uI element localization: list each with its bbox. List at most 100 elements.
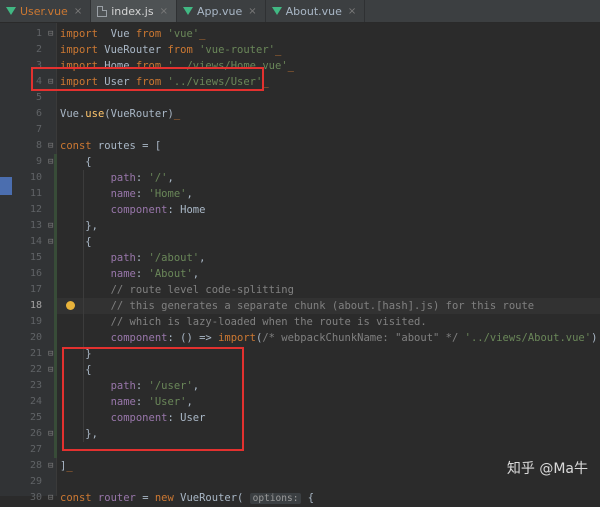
code-text: path: '/', <box>60 170 174 186</box>
fold-marker-icon[interactable]: ⊟ <box>48 346 53 362</box>
line-number: 24 <box>29 396 42 407</box>
line-number: 10 <box>29 172 42 183</box>
code-line[interactable]: // route level code-splitting <box>57 282 600 298</box>
code-token: const <box>60 492 92 504</box>
code-line[interactable]: const router = new VueRouter( options: { <box>57 490 600 506</box>
line-number: 20 <box>29 332 42 343</box>
code-token: routes = [ <box>91 140 162 152</box>
code-token: import <box>60 44 98 56</box>
fold-marker-icon[interactable]: ⊟ <box>48 362 53 378</box>
line-number: 9 <box>35 156 42 167</box>
code-line[interactable]: name: 'About', <box>57 266 600 282</box>
close-icon[interactable]: × <box>74 6 82 17</box>
code-token: 'About' <box>148 268 193 280</box>
code-token: use <box>85 108 105 120</box>
lightbulb-icon[interactable] <box>66 301 75 310</box>
code-token: '/' <box>148 172 168 184</box>
code-line[interactable]: name: 'Home', <box>57 186 600 202</box>
watermark: 知乎 @Ma牛 <box>506 461 588 477</box>
line-number: 25 <box>29 412 42 423</box>
code-line[interactable]: { <box>57 154 600 170</box>
code-line[interactable]: import Vue from 'vue'_ <box>57 26 600 42</box>
code-line[interactable]: { <box>57 234 600 250</box>
code-token: , <box>167 172 174 184</box>
code-line[interactable]: const routes = [ <box>57 138 600 154</box>
code-token: // this generates a separate chunk (abou… <box>110 300 535 312</box>
code-text: name: 'About', <box>60 266 200 282</box>
fold-marker-icon[interactable]: ⊟ <box>48 458 53 474</box>
line-number: 17 <box>29 284 42 295</box>
tab-app-vue[interactable]: App.vue × <box>177 0 266 22</box>
tab-index-js[interactable]: index.js × <box>91 0 177 22</box>
close-icon[interactable]: × <box>248 6 256 17</box>
code-token: : <box>135 172 149 184</box>
line-number: 8 <box>35 140 42 151</box>
fold-marker-icon[interactable]: ⊟ <box>48 426 53 442</box>
structure-marker <box>0 177 12 195</box>
code-token: }, <box>60 220 98 232</box>
code-token: // which is lazy-loaded when the route i… <box>110 316 427 328</box>
code-token: { <box>60 156 92 168</box>
fold-marker-icon[interactable]: ⊟ <box>48 218 53 234</box>
line-number: 26 <box>29 428 42 439</box>
code-token: /* webpackChunkName: "about" */ <box>262 332 459 344</box>
code-line[interactable]: path: '/', <box>57 170 600 186</box>
code-token: from <box>135 28 162 40</box>
code-text: import Vue from 'vue'_ <box>60 26 205 42</box>
code-line[interactable]: path: '/about', <box>57 250 600 266</box>
code-token: '/about' <box>148 252 200 264</box>
code-text: }, <box>60 218 98 234</box>
left-tool-stripe <box>0 23 12 496</box>
code-token: ) <box>591 332 598 344</box>
code-token: import <box>218 332 256 344</box>
close-icon[interactable]: × <box>348 6 356 17</box>
code-text: component: Home <box>60 202 206 218</box>
tab-user-vue[interactable]: User.vue × <box>0 0 92 22</box>
fold-marker-icon[interactable]: ⊟ <box>48 138 53 154</box>
code-text: const router = new VueRouter( options: { <box>60 490 314 507</box>
code-token: : () => <box>167 332 219 344</box>
close-icon[interactable]: × <box>160 6 168 17</box>
code-text: Vue.use(VueRouter)_ <box>60 106 180 122</box>
fold-marker-icon[interactable]: ⊟ <box>48 490 53 506</box>
code-token: component <box>110 204 168 216</box>
fold-marker-icon[interactable]: ⊟ <box>48 154 53 170</box>
code-line[interactable] <box>57 90 600 106</box>
code-text: name: 'Home', <box>60 186 193 202</box>
code-line[interactable] <box>57 122 600 138</box>
code-token: VueRouter( <box>173 492 250 504</box>
code-token: 'vue' <box>161 28 200 40</box>
code-token: _ <box>173 108 181 120</box>
code-token: (VueRouter) <box>104 108 174 120</box>
code-line[interactable]: Vue.use(VueRouter)_ <box>57 106 600 122</box>
fold-marker-icon[interactable]: ⊟ <box>48 234 53 250</box>
fold-marker-icon[interactable]: ⊟ <box>48 26 53 42</box>
code-token: _ <box>199 28 206 40</box>
line-number: 23 <box>29 380 42 391</box>
code-line[interactable]: // which is lazy-loaded when the route i… <box>57 314 600 330</box>
code-token: : <box>135 268 149 280</box>
code-line[interactable]: component: Home <box>57 202 600 218</box>
line-number: 6 <box>35 108 42 119</box>
line-number: 1 <box>35 28 42 39</box>
code-token: Vue. <box>60 108 86 120</box>
code-token: name <box>110 268 136 280</box>
tab-about-vue[interactable]: About.vue × <box>266 0 366 22</box>
vue-icon <box>6 7 16 15</box>
js-file-icon <box>97 5 108 17</box>
code-line[interactable]: import VueRouter from 'vue-router'_ <box>57 42 600 58</box>
line-number: 15 <box>29 252 42 263</box>
code-token: _ <box>287 60 294 72</box>
code-line[interactable]: // this generates a separate chunk (abou… <box>57 298 600 314</box>
code-token: _ <box>274 44 282 56</box>
code-line[interactable]: component: () => import(/* webpackChunkN… <box>57 330 600 346</box>
highlight-box-import-user <box>31 67 264 91</box>
code-token: from <box>167 44 193 56</box>
code-line[interactable]: }, <box>57 218 600 234</box>
code-text: // route level code-splitting <box>60 282 294 298</box>
code-token: name <box>110 188 136 200</box>
